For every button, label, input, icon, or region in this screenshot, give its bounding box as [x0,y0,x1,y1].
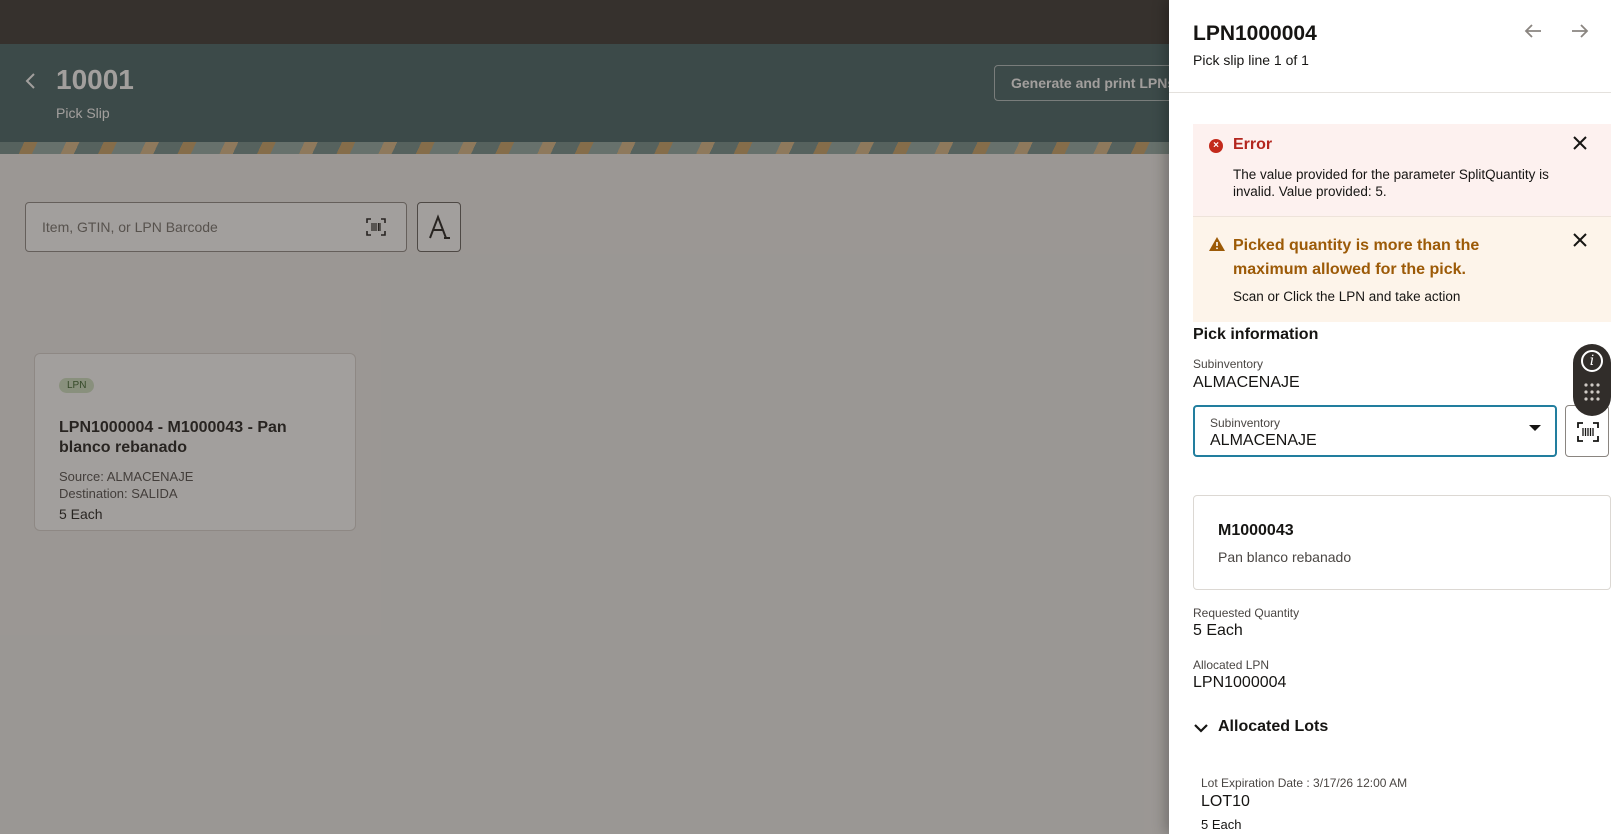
drawer-title: LPN1000004 [1193,22,1317,45]
info-icon[interactable]: i [1581,350,1603,372]
pick-line-drawer: LPN1000004 Pick slip line 1 of 1 × Error… [1169,0,1611,834]
arrow-right-icon [1572,24,1589,38]
item-card[interactable]: M1000043 Pan blanco rebanado [1193,495,1611,590]
arrow-left-icon [1524,24,1541,38]
subinventory-label: Subinventory [1193,357,1264,371]
allocated-lots-label[interactable]: Allocated Lots [1218,718,1328,736]
requested-quantity-label: Requested Quantity [1193,606,1300,620]
close-icon [1573,233,1587,247]
error-message: × Error The value provided for the param… [1193,124,1611,216]
warning-icon [1209,237,1225,251]
pick-information-heading: Pick information [1193,326,1319,343]
help-widget[interactable]: i [1573,344,1611,416]
subinventory-select-value[interactable]: ALMACENAJE [1210,432,1317,450]
barcode-scan-icon [1577,422,1599,442]
error-icon: × [1209,139,1223,153]
error-title: Error [1233,136,1273,153]
item-code: M1000043 [1218,522,1294,539]
item-description: Pan blanco rebanado [1218,549,1352,565]
lot-name: LOT10 [1201,793,1250,810]
close-error-button[interactable] [1569,134,1591,156]
chevron-down-icon[interactable] [1193,720,1209,736]
allocated-lpn-label: Allocated LPN [1193,658,1270,672]
close-warning-button[interactable] [1569,231,1591,253]
error-body: The value provided for the parameter Spl… [1233,167,1549,199]
drawer-subtitle: Pick slip line 1 of 1 [1193,52,1309,68]
subinventory-select-label: Subinventory [1210,416,1281,430]
drag-handle-icon[interactable] [1583,382,1601,406]
subinventory-value: ALMACENAJE [1193,374,1300,391]
warning-message: Picked quantity is more than the maximum… [1193,216,1611,322]
lot-expiration-date: Lot Expiration Date : 3/17/26 12:00 AM [1201,776,1408,790]
next-line-button[interactable] [1566,20,1594,46]
warning-body: Scan or Click the LPN and take action [1233,289,1461,304]
warning-title: Picked quantity is more than the maximum… [1233,237,1480,278]
allocated-lpn-value: LPN1000004 [1193,674,1287,691]
requested-quantity-value: 5 Each [1193,622,1243,639]
close-icon [1573,136,1587,150]
dropdown-caret-icon[interactable] [1529,425,1541,431]
modal-overlay[interactable] [0,0,1169,834]
subinventory-select[interactable]: Subinventory ALMACENAJE [1193,405,1557,457]
previous-line-button[interactable] [1519,20,1547,46]
lot-quantity: 5 Each [1201,817,1242,832]
drawer-divider [1169,92,1611,93]
